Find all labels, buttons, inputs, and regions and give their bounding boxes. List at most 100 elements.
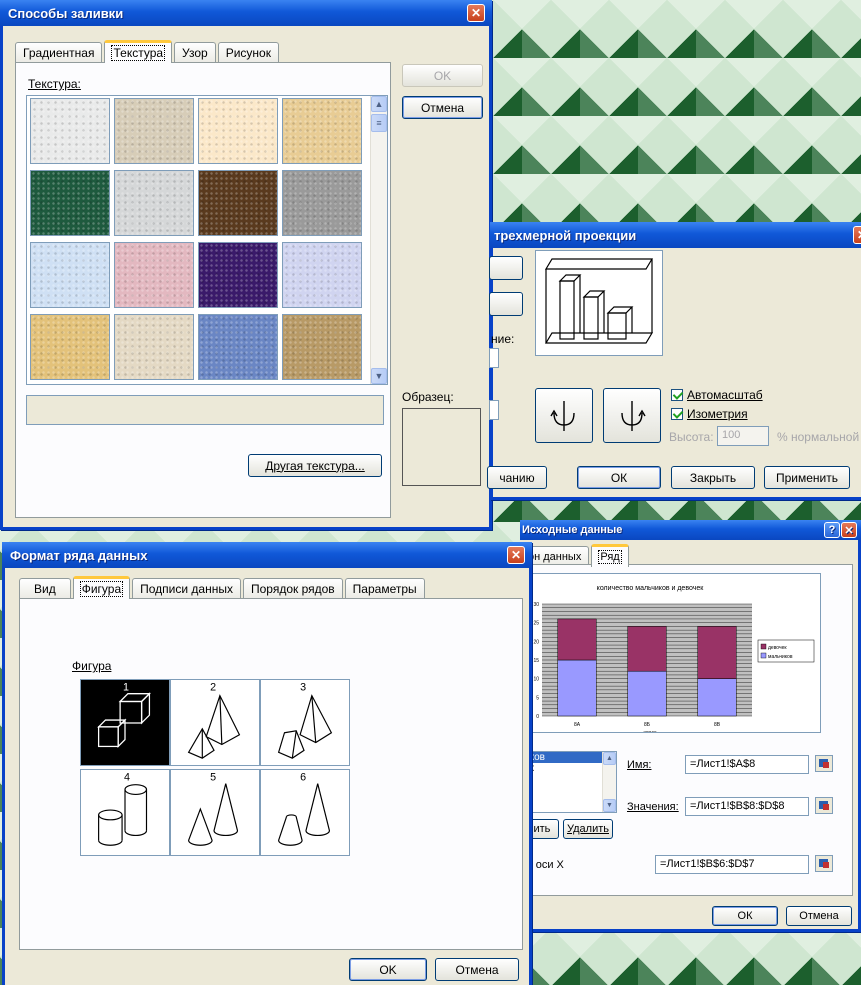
checkbox-checked-icon [671, 389, 683, 401]
chart-preview: количество мальчиков и девочек 0 5 10 15 20 25… [521, 573, 821, 736]
fill-cancel-button[interactable]: Отмена [402, 96, 483, 119]
tab-shape[interactable]: Фигура [72, 576, 131, 599]
shape-option-6[interactable]: 6 [260, 769, 350, 856]
source-ok-button[interactable]: ОК [712, 906, 778, 926]
range-picker-icon[interactable] [815, 797, 833, 814]
close-icon[interactable]: ✕ [467, 4, 485, 22]
svg-text:2: 2 [210, 682, 216, 694]
help-icon[interactable]: ? [824, 522, 840, 538]
y-tick-label: 0 [536, 714, 539, 720]
tab-view[interactable]: Вид [19, 578, 71, 598]
scroll-down-icon[interactable]: ▼ [603, 799, 616, 812]
apply-button[interactable]: Применить [764, 466, 850, 489]
format-ok-button[interactable]: OK [349, 958, 427, 981]
texture-swatch[interactable] [30, 314, 110, 380]
texture-swatch[interactable] [114, 170, 194, 236]
texture-scrollbar[interactable]: ▲ ≡ ▼ [370, 96, 387, 384]
box-shape-icon: 1 [97, 682, 151, 748]
source-title: Исходные данные [522, 524, 623, 536]
tab-series-order[interactable]: Порядок рядов [242, 578, 343, 598]
bar-segment [627, 670, 667, 717]
checkbox-checked-icon [671, 408, 683, 420]
svg-text:5: 5 [210, 772, 216, 784]
autoscale-checkbox[interactable]: Автомасштаб [671, 388, 763, 402]
fill-dialog-titlebar[interactable]: Способы заливки ✕ [0, 0, 492, 26]
fill-tabs: Градиентная Текстура Узор Рисунок [15, 40, 281, 63]
close-icon[interactable]: ✕ [853, 226, 861, 244]
format-cancel-button[interactable]: Отмена [435, 958, 519, 981]
series-scrollbar[interactable]: ▲ ▼ [602, 752, 616, 812]
texture-swatch[interactable] [282, 170, 362, 236]
shape-option-1[interactable]: 1 [80, 679, 170, 766]
texture-swatch[interactable] [114, 242, 194, 308]
texture-swatch[interactable] [114, 314, 194, 380]
format-titlebar[interactable]: Формат ряда данных ✕ [2, 542, 532, 568]
shape-option-5[interactable]: 5 [170, 769, 260, 856]
view3d-close-button[interactable]: Закрыть [671, 466, 755, 489]
shape-option-4[interactable]: 4 [80, 769, 170, 856]
view3d-preview [535, 250, 663, 356]
range-picker-icon[interactable] [815, 855, 833, 872]
tab-options[interactable]: Параметры [344, 578, 425, 598]
y-tick-label: 20 [533, 639, 539, 645]
tab-series[interactable]: Ряд [591, 544, 629, 567]
texture-swatch[interactable] [114, 98, 194, 164]
scroll-up-icon[interactable]: ▲ [371, 96, 387, 112]
scroll-up-icon[interactable]: ▲ [603, 752, 616, 765]
texture-swatch[interactable] [282, 98, 362, 164]
close-icon[interactable]: ✕ [841, 522, 857, 538]
shape-option-2[interactable]: 2 [170, 679, 260, 766]
svg-text:1: 1 [123, 682, 129, 694]
rotate-left-icon [550, 400, 575, 431]
shape-option-3[interactable]: 3 [260, 679, 350, 766]
svg-text:3: 3 [300, 682, 306, 694]
texture-swatch[interactable] [198, 314, 278, 380]
other-texture-button[interactable]: Другая текстура... [248, 454, 382, 477]
rotate-right-button[interactable] [603, 388, 661, 443]
source-panel: количество мальчиков и девочек 0 5 10 15 20 25… [519, 564, 853, 896]
texture-swatch[interactable] [30, 170, 110, 236]
texture-swatch[interactable] [198, 98, 278, 164]
height-field[interactable]: 100 [717, 426, 769, 446]
tab-pattern[interactable]: Узор [174, 42, 216, 62]
texture-swatch[interactable] [282, 242, 362, 308]
view3d-titlebar[interactable]: трехмерной проекции ✕ [490, 222, 861, 248]
texture-swatch[interactable] [198, 170, 278, 236]
texture-swatch[interactable] [198, 242, 278, 308]
source-titlebar[interactable]: Исходные данные ? ✕ [520, 520, 861, 540]
rotate-left-button[interactable] [535, 388, 593, 443]
elevation-down-button[interactable] [489, 292, 523, 316]
texture-name-field [26, 395, 384, 425]
close-icon[interactable]: ✕ [507, 546, 525, 564]
range-picker-icon[interactable] [815, 755, 833, 772]
tab-data-labels[interactable]: Подписи данных [132, 578, 241, 598]
series-list[interactable]: иков ек ▲ ▼ [521, 751, 617, 813]
tab-picture[interactable]: Рисунок [217, 42, 279, 62]
texture-label: Текстура: [28, 77, 81, 91]
default-button[interactable]: чанию [487, 466, 547, 489]
elevation-up-button[interactable] [489, 256, 523, 280]
format-title: Формат ряда данных [10, 547, 148, 563]
delete-series-button[interactable]: Удалить [563, 819, 613, 839]
texture-swatch[interactable] [282, 314, 362, 380]
bar-segment [557, 659, 597, 717]
x-axis-label: класс [644, 730, 657, 732]
fill-ok-button[interactable]: OK [402, 64, 483, 87]
elevation-field[interactable] [489, 348, 499, 368]
tab-texture[interactable]: Текстура [104, 40, 173, 63]
scroll-thumb[interactable]: ≡ [371, 114, 387, 132]
values-field[interactable]: =Лист1!$B$8:$D$8 [685, 797, 809, 816]
texture-swatch[interactable] [30, 242, 110, 308]
fill-effects-dialog: Способы заливки ✕ Градиентная Текстура У… [0, 0, 492, 530]
xaxis-field[interactable]: =Лист1!$B$6:$D$7 [655, 855, 809, 874]
texture-swatch[interactable] [30, 98, 110, 164]
y-tick-label: 5 [536, 695, 539, 701]
height-unit: % нормальной [777, 430, 860, 444]
rotation-field[interactable] [489, 400, 499, 420]
scroll-down-icon[interactable]: ▼ [371, 368, 387, 384]
tab-gradient[interactable]: Градиентная [15, 42, 103, 62]
name-field[interactable]: =Лист1!$A$8 [685, 755, 809, 774]
source-cancel-button[interactable]: Отмена [786, 906, 852, 926]
view3d-ok-button[interactable]: ОК [577, 466, 661, 489]
isometry-checkbox[interactable]: Изометрия [671, 407, 748, 421]
